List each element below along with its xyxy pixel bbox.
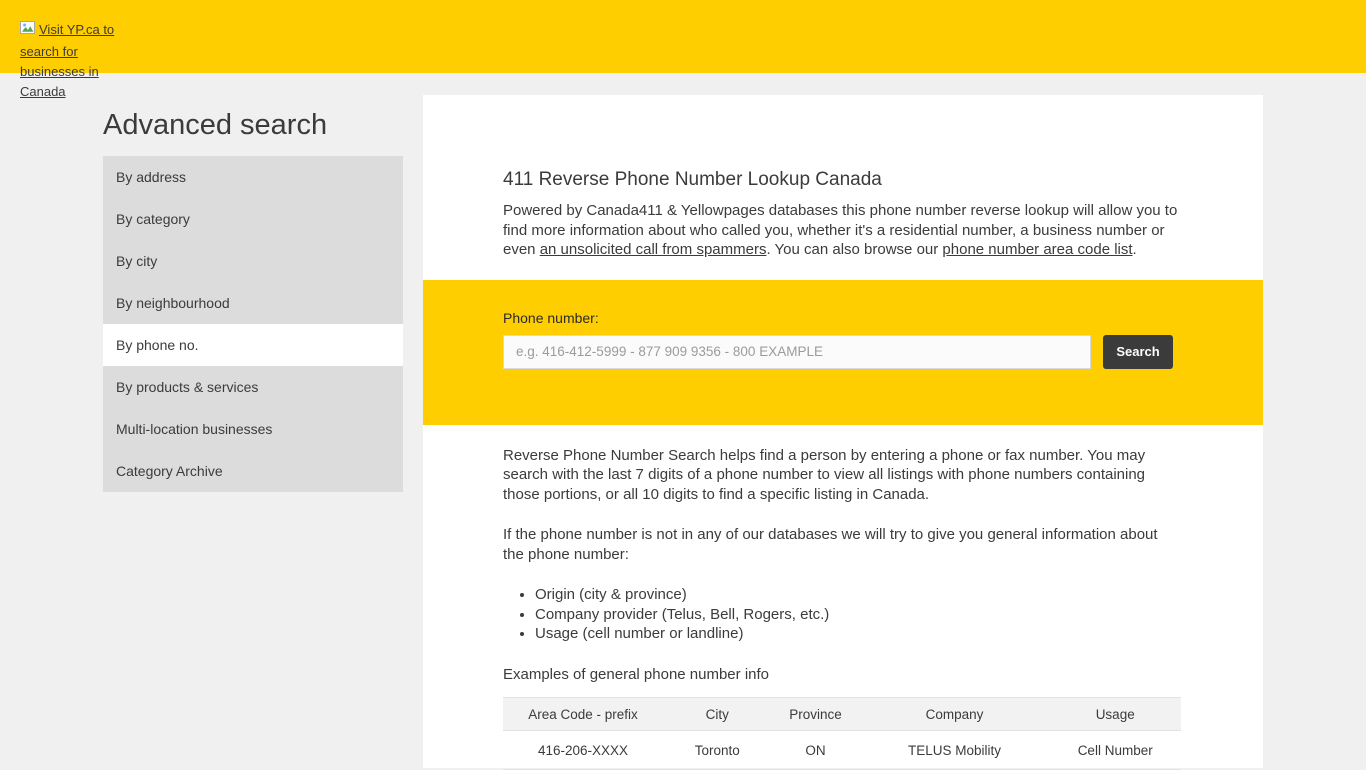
phone-form-row: Search: [503, 335, 1181, 369]
sidebar-item-by-phone-no[interactable]: By phone no.: [103, 324, 403, 366]
sidebar-item-by-address[interactable]: By address: [103, 156, 403, 198]
body-paragraph-2: If the phone number is not in any of our…: [503, 525, 1181, 564]
phone-lookup-form: Phone number: Search: [423, 280, 1263, 425]
table-header-usage: Usage: [1049, 698, 1181, 731]
sidebar-item-by-category[interactable]: By category: [103, 198, 403, 240]
info-bullet-list: Origin (city & province) Company provide…: [503, 585, 1181, 644]
table-row: 416-206-XXXX Toronto ON TELUS Mobility C…: [503, 731, 1181, 770]
table-header-company: Company: [860, 698, 1050, 731]
bullet-origin: Origin (city & province): [535, 585, 1181, 605]
bullet-usage: Usage (cell number or landline): [535, 624, 1181, 644]
article-heading: 411 Reverse Phone Number Lookup Canada: [503, 168, 1181, 191]
cell-company: TELUS Mobility: [860, 731, 1050, 770]
cell-city: Toronto: [663, 731, 771, 770]
page-title: Advanced search: [103, 108, 327, 142]
sidebar: By address By category By city By neighb…: [103, 156, 403, 492]
body-paragraph-1: Reverse Phone Number Search helps find a…: [503, 446, 1181, 505]
yp-logo-link[interactable]: Visit YP.ca to search for businesses in …: [20, 20, 126, 102]
phone-search-button[interactable]: Search: [1103, 335, 1173, 369]
cell-usage: Cell Number: [1049, 731, 1181, 770]
phone-number-input[interactable]: [503, 335, 1091, 369]
phone-number-label: Phone number:: [503, 310, 1181, 326]
table-header-province: Province: [771, 698, 859, 731]
cell-province: ON: [771, 731, 859, 770]
intro-text-2: . You can also browse our: [766, 241, 942, 258]
sidebar-item-by-city[interactable]: By city: [103, 240, 403, 282]
content-panel: 411 Reverse Phone Number Lookup Canada P…: [423, 95, 1263, 768]
table-header-area-code: Area Code - prefix: [503, 698, 663, 731]
phone-info-table: Area Code - prefix City Province Company…: [503, 697, 1181, 770]
sidebar-item-by-neighbourhood[interactable]: By neighbourhood: [103, 282, 403, 324]
intro-paragraph: Powered by Canada411 & Yellowpages datab…: [503, 201, 1181, 260]
header: [0, 0, 1366, 73]
bullet-company-provider: Company provider (Telus, Bell, Rogers, e…: [535, 605, 1181, 625]
spammers-link[interactable]: an unsolicited call from spammers: [540, 241, 767, 258]
area-code-list-link[interactable]: phone number area code list: [942, 241, 1132, 258]
broken-image-icon: [20, 21, 37, 42]
cell-area-code: 416-206-XXXX: [503, 731, 663, 770]
sidebar-item-category-archive[interactable]: Category Archive: [103, 450, 403, 492]
sidebar-item-by-products-services[interactable]: By products & services: [103, 366, 403, 408]
table-header-row: Area Code - prefix City Province Company…: [503, 698, 1181, 731]
table-header-city: City: [663, 698, 771, 731]
sidebar-item-multi-location-businesses[interactable]: Multi-location businesses: [103, 408, 403, 450]
examples-label: Examples of general phone number info: [503, 665, 1181, 685]
intro-text-3: .: [1133, 241, 1137, 258]
